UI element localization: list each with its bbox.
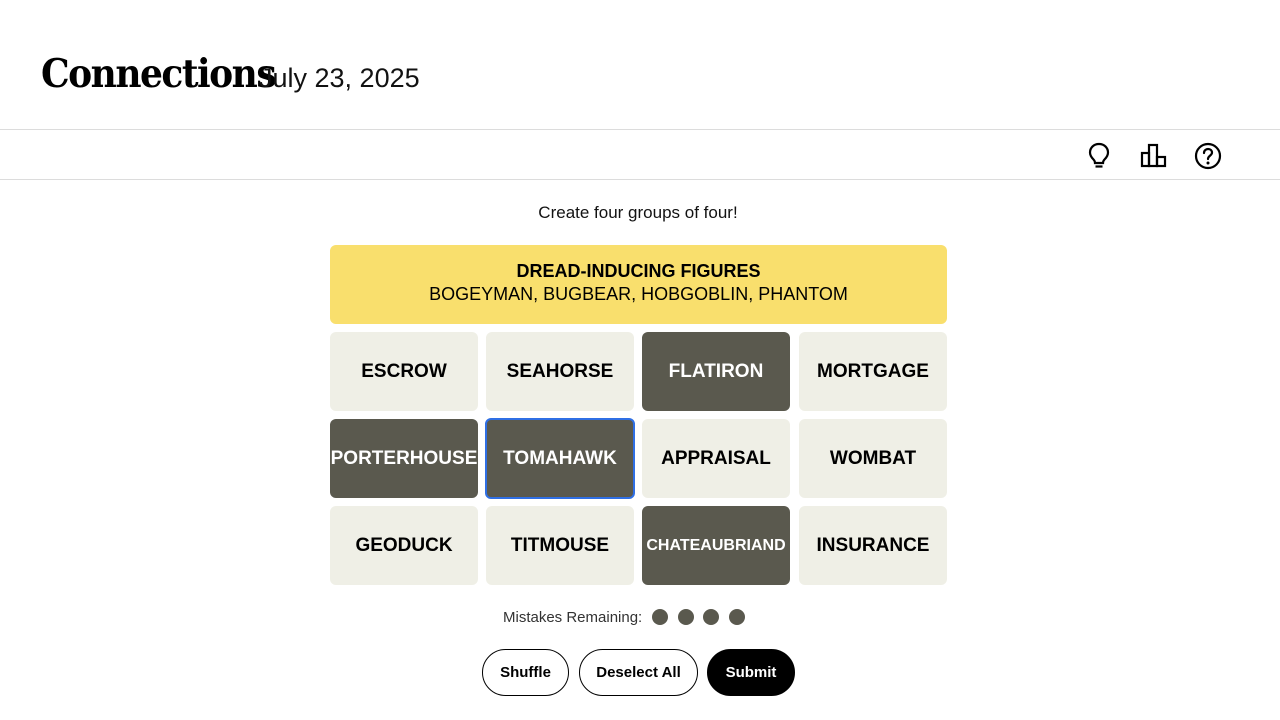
mistakes-label: Mistakes Remaining: (503, 608, 643, 626)
tile[interactable]: TITMOUSE (486, 506, 634, 585)
help-icon[interactable] (1193, 141, 1223, 171)
leaderboard-icon[interactable] (1139, 141, 1169, 171)
solved-group-title: DREAD-INDUCING FIGURES (516, 261, 761, 281)
tile[interactable]: INSURANCE (799, 506, 947, 585)
tile-selected[interactable]: CHATEAUBRIAND (642, 506, 790, 585)
tile[interactable]: SEAHORSE (486, 332, 634, 411)
submit-button[interactable]: Submit (707, 649, 795, 696)
toolbar (0, 130, 1280, 180)
tile[interactable]: WOMBAT (799, 419, 947, 498)
page-title: Connections (41, 51, 277, 97)
tile-selected[interactable]: PORTERHOUSE (330, 419, 478, 498)
word-grid: ESCROW SEAHORSE FLATIRON MORTGAGE PORTER… (330, 332, 947, 586)
instructions-text: Create four groups of four! (538, 203, 738, 222)
mistake-bubble (677, 609, 694, 625)
tile[interactable]: GEODUCK (330, 506, 478, 585)
deselect-all-button[interactable]: Deselect All (579, 649, 698, 696)
tile[interactable]: ESCROW (330, 332, 478, 411)
tile[interactable]: MORTGAGE (799, 332, 947, 411)
mistakes-remaining: Mistakes Remaining: (503, 605, 754, 629)
solved-group-yellow: DREAD-INDUCING FIGURES BOGEYMAN, BUGBEAR… (330, 245, 947, 324)
mistake-bubble (728, 609, 745, 625)
puzzle-date: July 23, 2025 (259, 63, 420, 93)
mistake-bubble (703, 609, 720, 625)
tile-selected[interactable]: TOMAHAWK (485, 418, 635, 499)
tile-selected[interactable]: FLATIRON (642, 332, 790, 411)
shuffle-button[interactable]: Shuffle (482, 649, 569, 696)
solved-group-members: BOGEYMAN, BUGBEAR, HOBGOBLIN, PHANTOM (429, 284, 848, 304)
tile[interactable]: APPRAISAL (642, 419, 790, 498)
mistake-bubble (652, 609, 669, 625)
header: Connections July 23, 2025 (0, 0, 1280, 130)
lightbulb-icon[interactable] (1084, 141, 1114, 171)
